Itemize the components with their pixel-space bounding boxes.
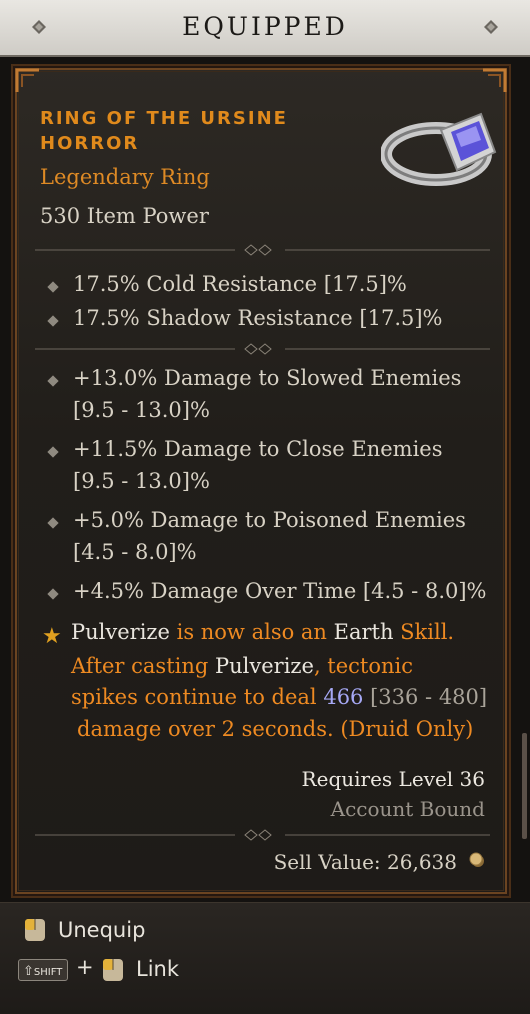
section-divider	[35, 244, 490, 256]
section-divider	[35, 343, 490, 355]
level-requirement: Requires Level 36	[301, 767, 485, 791]
ring-item-icon	[381, 112, 497, 186]
shift-key-icon: ⇧SHIFT	[18, 959, 68, 981]
gold-coin-icon	[469, 852, 484, 867]
stat-bullet-icon	[47, 588, 59, 600]
unequip-action[interactable]: Unequip	[22, 917, 162, 947]
scrollbar[interactable]	[522, 733, 527, 839]
stat-bullet-icon	[47, 446, 59, 458]
diamond-ornament-icon	[484, 20, 498, 34]
affix-range: [9.5 - 13.0]%	[73, 469, 210, 493]
section-divider	[35, 829, 490, 841]
corner-ornament-icon	[15, 68, 39, 92]
item-name: RING OF THE URSINE HORROR	[40, 108, 288, 154]
stat-bullet-icon	[47, 375, 59, 387]
affix-stat: +4.5% Damage Over Time [4.5 - 8.0]%	[73, 579, 487, 603]
header-title: EQUIPPED	[182, 12, 348, 41]
affix-range: [4.5 - 8.0]%	[73, 540, 197, 564]
stat-bullet-icon	[47, 517, 59, 529]
bound-status: Account Bound	[330, 797, 485, 821]
affix-stat: +5.0% Damage to Poisoned Enemies	[73, 508, 466, 532]
implicit-stat: 17.5% Cold Resistance [17.5]%	[73, 272, 407, 296]
affix-stat: +11.5% Damage to Close Enemies	[73, 437, 443, 461]
corner-ornament-icon	[483, 68, 507, 92]
item-rarity-type: Legendary Ring	[40, 165, 210, 189]
legendary-power-line: Pulverize is now also an Earth Skill.	[71, 620, 455, 644]
item-tooltip-card: RING OF THE URSINE HORROR Legendary Ring…	[11, 64, 511, 898]
affix-range: [9.5 - 13.0]%	[73, 398, 210, 422]
unequip-label: Unequip	[58, 918, 146, 942]
stat-bullet-icon	[47, 281, 59, 293]
affix-stat: +13.0% Damage to Slowed Enemies	[73, 366, 462, 390]
sell-value: Sell Value: 26,638	[273, 850, 457, 874]
item-power: 530 Item Power	[40, 204, 209, 228]
link-label: Link	[136, 957, 180, 981]
legendary-power-line: After casting Pulverize, tectonic	[71, 654, 414, 678]
mouse-left-icon	[103, 959, 123, 981]
legendary-star-icon: ★	[42, 624, 62, 649]
mouse-left-icon	[25, 919, 45, 941]
legendary-power-line: damage over 2 seconds. (Druid Only)	[77, 717, 474, 741]
link-action[interactable]: Link	[100, 955, 200, 985]
implicit-stat: 17.5% Shadow Resistance [17.5]%	[73, 306, 443, 330]
plus-sign: +	[76, 955, 94, 979]
legendary-power-line: spikes continue to deal 466 [336 - 480]	[71, 685, 488, 709]
action-footer: Unequip ⇧SHIFT + Link	[0, 902, 530, 1014]
stat-bullet-icon	[47, 315, 59, 327]
equipped-header: EQUIPPED	[0, 0, 530, 57]
